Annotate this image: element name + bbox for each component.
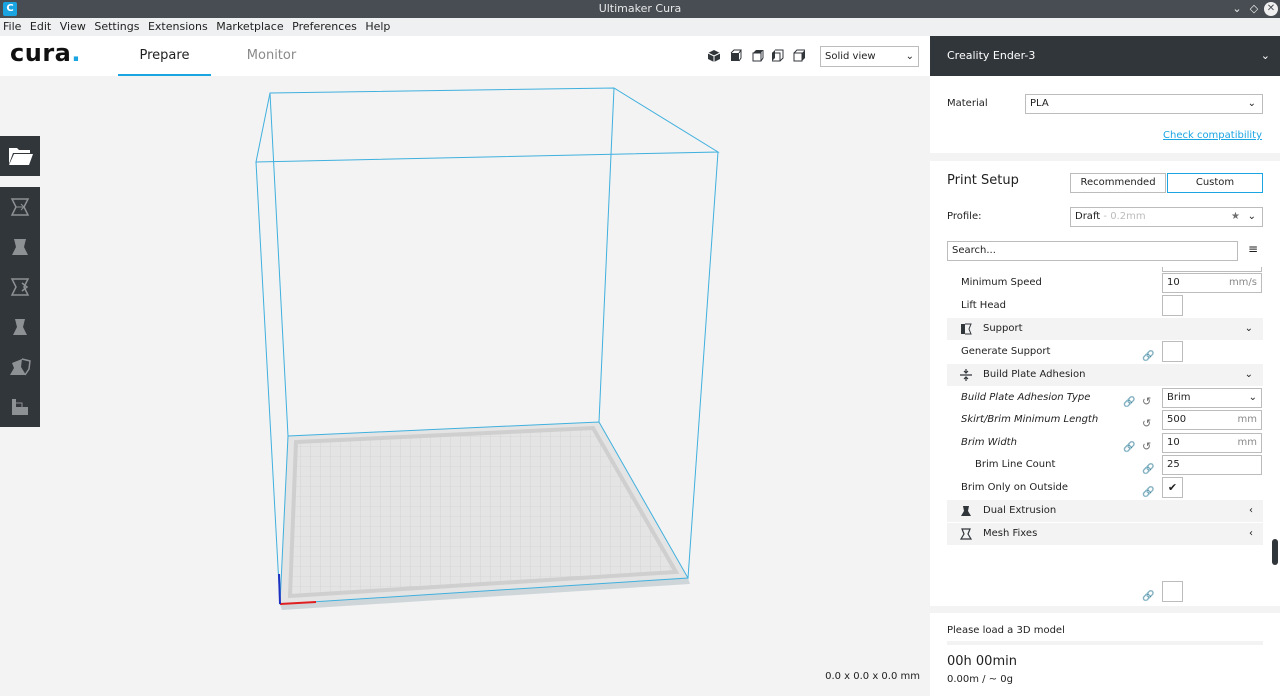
setting-row-brim-only-outside: Brim Only on Outside 🔗 ✔ (947, 477, 1263, 499)
tab-monitor[interactable]: Monitor (230, 36, 313, 76)
link-icon: 🔗 (1142, 591, 1155, 602)
menu-edit[interactable]: Edit (28, 18, 53, 36)
stage-header: cura. Prepare Monitor Solid view ⌄ (0, 36, 930, 76)
profile-label: Profile: (947, 211, 982, 222)
menu-bar: File Edit View Settings Extensions Marke… (0, 18, 1280, 36)
generate-support-checkbox[interactable] (1162, 341, 1183, 362)
open-file-button[interactable] (0, 136, 40, 176)
support-blocker-icon[interactable] (8, 395, 32, 419)
3d-viewport[interactable]: 0.0 x 0.0 x 0.0 mm (0, 76, 930, 696)
minimize-icon[interactable]: ⌄ (1229, 0, 1245, 18)
setting-row-skirt-min-length: Skirt/Brim Minimum Length ↺ 500 mm (947, 409, 1263, 431)
brim-line-count-input[interactable]: 25 (1162, 455, 1262, 475)
chevron-down-icon: ⌄ (1248, 392, 1257, 403)
transform-tools (0, 187, 40, 427)
brim-width-input[interactable]: 10 mm (1162, 433, 1262, 453)
menu-extensions[interactable]: Extensions (146, 18, 210, 36)
print-setup-panel: Print Setup Recommended Custom Profile: … (930, 161, 1280, 606)
settings-search-input[interactable]: Search... (947, 241, 1238, 261)
progress-bar (947, 641, 1263, 645)
mesh-fixes-icon (959, 528, 973, 540)
category-dual-extrusion[interactable]: Dual Extrusion ‹ (947, 500, 1263, 522)
title-bar: C Ultimaker Cura ⌄ ◇ ✕ (0, 0, 1280, 18)
job-specs-panel: Please load a 3D model 00h 00min 0.00m /… (930, 613, 1280, 696)
material-panel: Material PLA ⌄ (930, 76, 1280, 153)
cura-logo: cura. (10, 39, 81, 67)
chevron-left-icon: ‹ (1249, 528, 1253, 539)
category-build-plate-adhesion[interactable]: Build Plate Adhesion ⌄ (947, 364, 1263, 386)
close-icon[interactable]: ✕ (1264, 2, 1278, 16)
check-compatibility-link[interactable]: Check compatibility (1163, 130, 1262, 141)
menu-file[interactable]: File (1, 18, 23, 36)
window-title: Ultimaker Cura (598, 2, 682, 15)
brim-only-outside-checkbox[interactable]: ✔ (1162, 477, 1183, 498)
setting-row-cutoff-bottom: 🔗 (947, 581, 1263, 602)
setting-row-brim-width: Brim Width 🔗 ↺ 10 mm (947, 432, 1263, 454)
menu-view[interactable]: View (58, 18, 88, 36)
view-top-icon[interactable] (750, 49, 764, 63)
cura-app-icon: C (3, 2, 17, 16)
mirror-tool-icon[interactable] (8, 315, 32, 339)
skirt-min-length-input[interactable]: 500 mm (1162, 410, 1262, 430)
profile-select[interactable]: Draft - 0.2mm ★ ⌄ (1070, 207, 1263, 227)
print-setup-title: Print Setup (947, 173, 1019, 188)
material-usage: 0.00m / ~ 0g (947, 674, 1014, 685)
view-3d-icon[interactable] (707, 49, 721, 63)
minimum-speed-input[interactable]: 10 mm/s (1162, 273, 1262, 293)
move-tool-icon[interactable] (8, 195, 32, 219)
setting-row-generate-support: Generate Support 🔗 (947, 341, 1263, 363)
material-label: Material (947, 98, 988, 109)
menu-preferences[interactable]: Preferences (290, 18, 359, 36)
setting-row-minimum-speed: Minimum Speed 10 mm/s (947, 272, 1263, 294)
settings-list: Minimum Speed 10 mm/s Lift Head Support ⌄… (947, 267, 1263, 602)
setting-row-adhesion-type: Build Plate Adhesion Type 🔗 ↺ Brim ⌄ (947, 387, 1263, 409)
build-plate-grid (287, 425, 680, 599)
model-dimensions: 0.0 x 0.0 x 0.0 mm (825, 671, 920, 682)
settings-visibility-menu-icon[interactable]: ≡ (1248, 242, 1258, 256)
chevron-down-icon: ⌄ (1260, 49, 1270, 62)
view-right-icon[interactable] (792, 49, 806, 63)
chevron-down-icon: ⌄ (1244, 323, 1253, 334)
z-axis-marker (278, 573, 281, 605)
printer-name: Creality Ender-3 (947, 49, 1036, 62)
view-left-icon[interactable] (771, 49, 785, 63)
recommended-mode-button[interactable]: Recommended (1070, 173, 1166, 193)
chevron-down-icon: ⌄ (1244, 369, 1253, 380)
star-icon[interactable]: ★ (1231, 208, 1240, 226)
lift-head-checkbox[interactable] (1162, 295, 1183, 316)
settings-scrollbar[interactable] (1272, 539, 1278, 565)
category-support[interactable]: Support ⌄ (947, 318, 1263, 340)
build-volume (255, 87, 720, 610)
setting-row-brim-line-count: Brim Line Count 🔗 25 (947, 454, 1263, 476)
material-select[interactable]: PLA ⌄ (1025, 94, 1263, 114)
adhesion-icon (960, 369, 972, 381)
setting-row-lift-head: Lift Head (947, 295, 1263, 317)
view-front-icon[interactable] (728, 49, 742, 63)
chevron-down-icon: ⌄ (1247, 98, 1256, 109)
folder-open-icon (9, 148, 33, 165)
custom-mode-button[interactable]: Custom (1167, 173, 1263, 193)
dual-extrusion-icon (961, 506, 971, 516)
tab-prepare[interactable]: Prepare (118, 36, 211, 76)
adhesion-type-select[interactable]: Brim ⌄ (1162, 388, 1262, 408)
print-sidebar: Creality Ender-3 ⌄ Material PLA ⌄ Check c… (930, 36, 1280, 696)
chevron-down-icon: ⌄ (905, 51, 914, 62)
view-mode-select[interactable]: Solid view ⌄ (820, 46, 919, 67)
printer-selector[interactable]: Creality Ender-3 ⌄ (930, 36, 1280, 76)
chevron-left-icon: ‹ (1249, 505, 1253, 516)
per-model-settings-icon[interactable] (8, 355, 32, 379)
load-model-message: Please load a 3D model (947, 625, 1065, 636)
rotate-tool-icon[interactable] (8, 275, 32, 299)
scale-tool-icon[interactable] (8, 235, 32, 259)
menu-settings[interactable]: Settings (92, 18, 141, 36)
chevron-down-icon: ⌄ (1247, 211, 1256, 222)
category-mesh-fixes[interactable]: Mesh Fixes ‹ (947, 523, 1263, 545)
print-time: 00h 00min (947, 654, 1017, 669)
menu-help[interactable]: Help (363, 18, 392, 36)
menu-marketplace[interactable]: Marketplace (214, 18, 285, 36)
support-icon (961, 323, 972, 335)
maximize-icon[interactable]: ◇ (1246, 0, 1262, 18)
setting-checkbox[interactable] (1162, 581, 1183, 602)
